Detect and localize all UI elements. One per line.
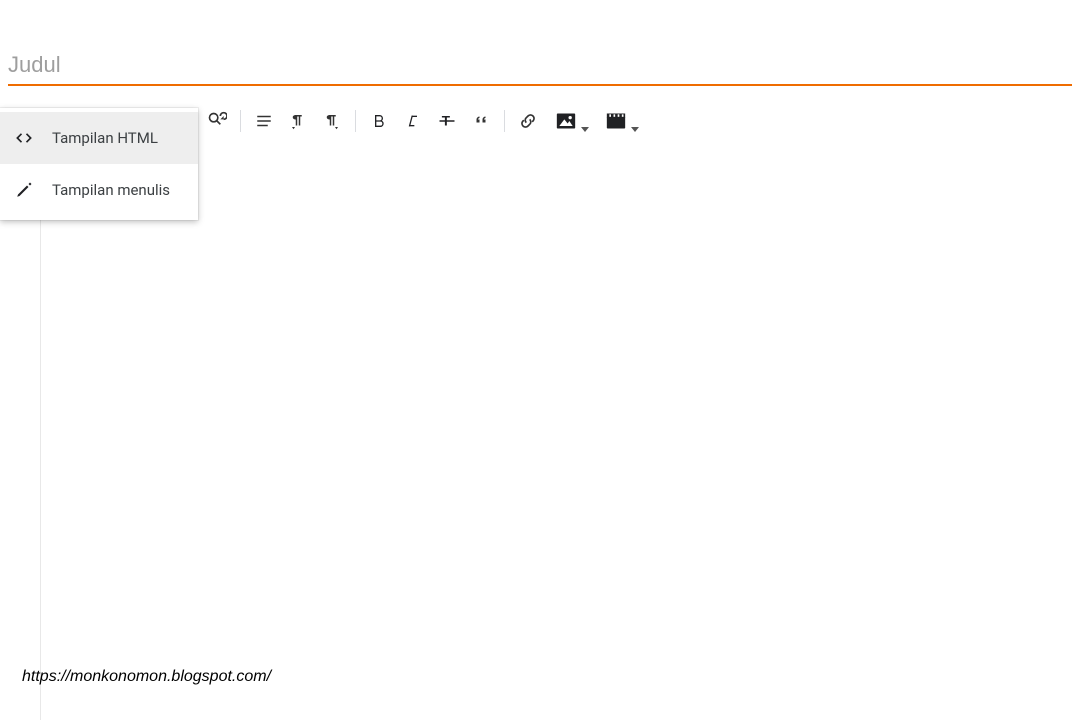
ltr-button[interactable]	[281, 104, 315, 138]
bold-button[interactable]	[362, 104, 396, 138]
rtl-button[interactable]	[315, 104, 349, 138]
caret-down-icon	[581, 127, 589, 132]
watermark-url: https://monkonomon.blogspot.com/	[22, 668, 271, 686]
italic-button[interactable]	[396, 104, 430, 138]
insert-image-button[interactable]	[545, 104, 587, 138]
view-compose-option[interactable]: Tampilan menulis	[0, 164, 198, 216]
caret-down-icon	[631, 127, 639, 132]
line-spacing-button[interactable]	[247, 104, 281, 138]
insert-video-button[interactable]	[595, 104, 637, 138]
toolbar-separator	[355, 110, 356, 132]
insert-link-button[interactable]	[511, 104, 545, 138]
post-title-input[interactable]	[8, 48, 1072, 86]
code-icon	[14, 128, 34, 148]
pencil-icon	[14, 180, 34, 200]
toolbar-separator	[240, 110, 241, 132]
view-html-label: Tampilan HTML	[52, 129, 158, 147]
view-compose-label: Tampilan menulis	[52, 181, 170, 199]
quote-button[interactable]	[464, 104, 498, 138]
view-mode-dropdown: Tampilan HTML Tampilan menulis	[0, 108, 198, 220]
find-replace-button[interactable]	[200, 104, 234, 138]
editor-content-area[interactable]	[41, 154, 1080, 720]
toolbar-separator	[504, 110, 505, 132]
strikethrough-button[interactable]: T	[430, 104, 464, 138]
view-html-option[interactable]: Tampilan HTML	[0, 112, 198, 164]
